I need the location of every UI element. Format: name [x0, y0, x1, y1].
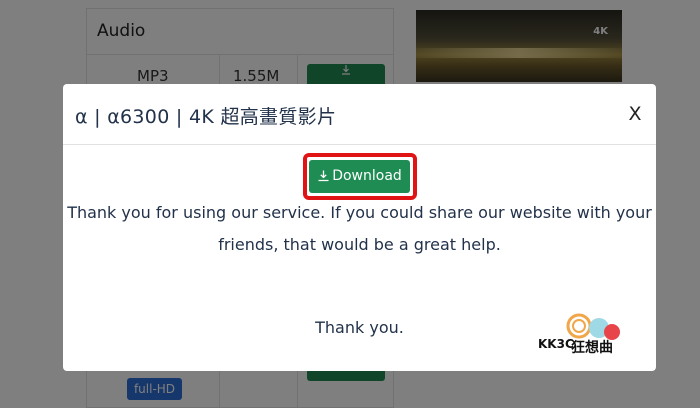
thank-you-message-line2: friends, that would be a great help. — [218, 235, 501, 254]
download-modal: α | α6300 | 4K 超高畫質影片 X Download Thank y… — [63, 84, 656, 371]
thank-you-message-line1: Thank you for using our service. If you … — [67, 203, 652, 222]
modal-header: α | α6300 | 4K 超高畫質影片 X — [63, 84, 656, 145]
kk3c-logo: KK3C 狂想曲 — [538, 313, 620, 356]
modal-title: α | α6300 | 4K 超高畫質影片 — [75, 106, 337, 128]
download-button-label: Download — [332, 168, 402, 184]
download-button[interactable]: Download — [309, 160, 410, 193]
svg-text:KK3C: KK3C — [538, 337, 574, 351]
download-icon — [318, 170, 329, 182]
close-button[interactable]: X — [623, 102, 647, 126]
svg-text:狂想曲: 狂想曲 — [571, 339, 613, 356]
